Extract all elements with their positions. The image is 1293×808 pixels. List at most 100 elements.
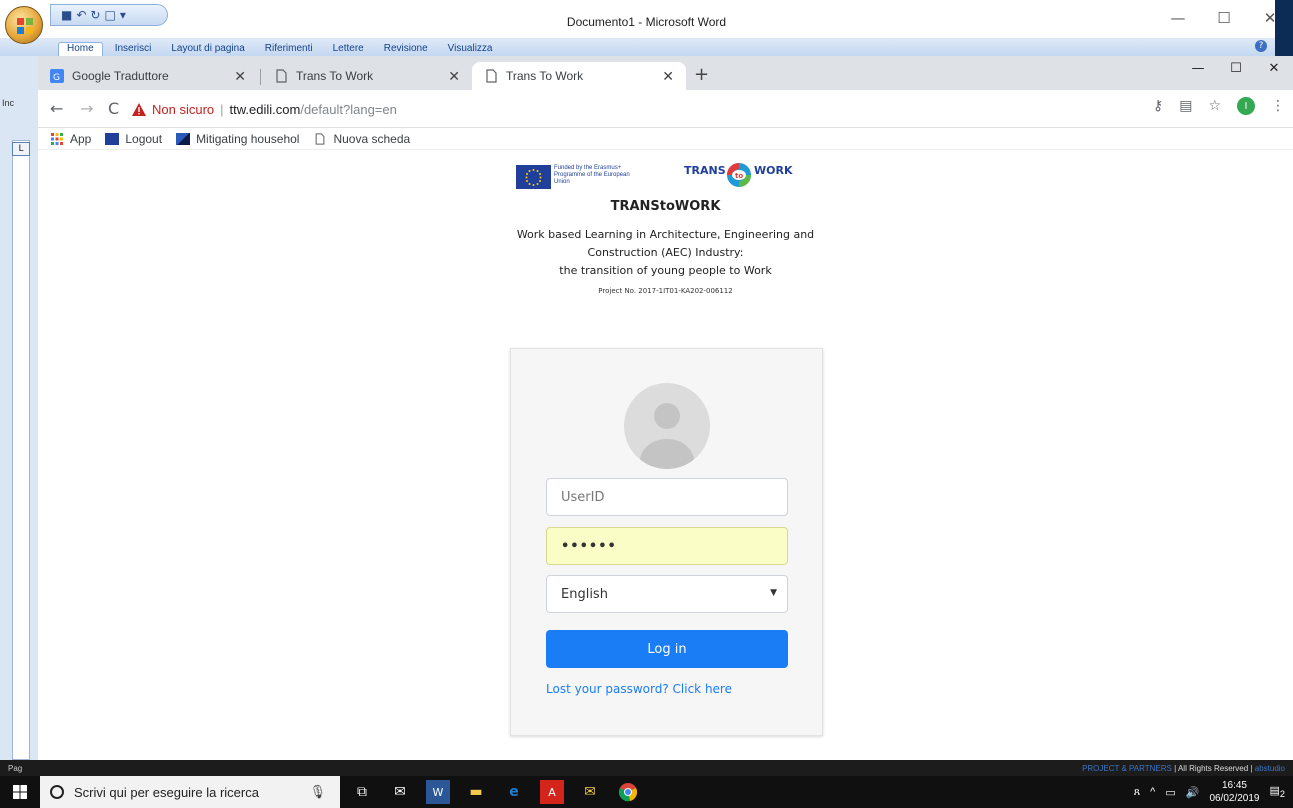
ruler-toggle-button[interactable]: L xyxy=(12,142,30,156)
apps-grid-icon xyxy=(51,132,63,145)
maximize-icon[interactable]: ☐ xyxy=(1217,56,1255,80)
system-tray: ጸ ^ ▭ 🔊 16:45 06/02/2019 ▤2 xyxy=(1134,776,1285,808)
url-path: /default?lang=en xyxy=(300,101,397,117)
footer-text: PROJECT & PARTNERS | All Rights Reserved… xyxy=(1082,764,1285,773)
toolbar-right-icons: ⚷ ▤ ☆ I ⋮ xyxy=(1153,97,1285,115)
tab-separator xyxy=(260,69,261,85)
bookmark-logout[interactable]: Logout xyxy=(105,132,162,146)
language-value: English xyxy=(561,586,608,602)
edge-browser-icon[interactable]: e xyxy=(502,780,526,804)
vertical-ruler xyxy=(12,140,30,760)
word-window-title: Documento1 - Microsoft Word xyxy=(566,15,727,29)
subtitle-line: Construction (AEC) Industry: xyxy=(587,246,744,259)
ribbon-tab-insert[interactable]: Inserisci xyxy=(107,43,160,56)
word-status-label: Pag xyxy=(8,764,23,773)
footer-rights: | All Rights Reserved | xyxy=(1174,764,1253,773)
translate-icon[interactable]: ▤ xyxy=(1179,98,1192,114)
google-translate-icon: G xyxy=(50,69,64,83)
forward-icon[interactable]: → xyxy=(80,99,93,118)
key-icon[interactable]: ⚷ xyxy=(1153,98,1163,114)
url-host: ttw.edili.com xyxy=(229,101,301,117)
taskbar-clock[interactable]: 16:45 06/02/2019 xyxy=(1209,779,1259,805)
bookmark-mitigating[interactable]: Mitigating househol xyxy=(176,132,299,146)
user-avatar-icon xyxy=(624,383,710,469)
maximize-icon[interactable]: ☐ xyxy=(1201,0,1247,36)
file-explorer-icon[interactable]: ▬ xyxy=(464,780,488,804)
acrobat-icon[interactable]: A xyxy=(540,780,564,804)
web-page: Funded by the Erasmus+ Programme of the … xyxy=(38,151,1293,760)
back-icon[interactable]: ← xyxy=(50,99,63,118)
clock-time: 16:45 xyxy=(1221,780,1247,791)
notification-count: 2 xyxy=(1279,789,1285,800)
bookmark-label: Mitigating househol xyxy=(196,131,300,146)
browser-tab[interactable]: G Google Traduttore ✕ xyxy=(38,62,258,90)
tab-strip: G Google Traduttore ✕ Trans To Work ✕ Tr… xyxy=(38,56,1293,90)
tab-title: Google Traduttore xyxy=(72,69,169,83)
windows-taskbar: Scrivi qui per eseguire la ricerca 🎙 ⧉ ✉… xyxy=(0,776,1293,808)
login-button[interactable]: Log in xyxy=(546,630,788,668)
bookmark-apps[interactable]: App xyxy=(50,132,91,146)
security-status[interactable]: Non sicuro xyxy=(152,102,214,117)
people-icon[interactable]: ጸ xyxy=(1134,786,1140,799)
mail-icon[interactable]: ✉ xyxy=(388,780,412,804)
language-select[interactable]: English ▼ xyxy=(546,575,788,613)
volume-icon[interactable]: 🔊 xyxy=(1186,786,1200,799)
tab-title: Trans To Work xyxy=(506,69,584,83)
site-icon xyxy=(105,132,120,145)
help-icon[interactable]: ? xyxy=(1255,40,1267,52)
logo-trans-text: TRANS xyxy=(684,164,726,177)
site-subtitle: Work based Learning in Architecture, Eng… xyxy=(38,226,1293,280)
logo-work-text: WORK xyxy=(754,164,793,177)
chrome-window: G Google Traduttore ✕ Trans To Work ✕ Tr… xyxy=(38,56,1293,760)
ribbon-tab-page-layout[interactable]: Layout di pagina xyxy=(163,43,252,56)
userid-input[interactable]: UserID xyxy=(546,478,788,516)
clock-date: 06/02/2019 xyxy=(1209,793,1260,804)
ribbon-tab-home[interactable]: Home xyxy=(58,42,103,56)
lost-password-link[interactable]: Lost your password? Click here xyxy=(546,682,732,696)
minimize-icon[interactable]: — xyxy=(1155,0,1201,36)
word-side-label: Inc xyxy=(2,98,15,108)
eu-funding-text: Funded by the Erasmus+ Programme of the … xyxy=(554,165,630,185)
network-icon[interactable]: ▭ xyxy=(1165,786,1175,799)
new-tab-icon[interactable]: + xyxy=(694,64,709,85)
browser-tab-active[interactable]: Trans To Work ✕ xyxy=(472,62,686,90)
address-bar[interactable]: Non sicuro | ttw.edili.com /default?lang… xyxy=(132,96,1152,122)
chevron-up-icon[interactable]: ^ xyxy=(1150,786,1155,798)
menu-kebab-icon[interactable]: ⋮ xyxy=(1271,98,1285,114)
minimize-icon[interactable]: — xyxy=(1179,56,1217,80)
warning-icon xyxy=(132,102,146,116)
bookmark-new-tab[interactable]: Nuova scheda xyxy=(313,132,410,146)
browser-tab[interactable]: Trans To Work ✕ xyxy=(262,62,472,90)
outlook-folder-icon[interactable]: ✉ xyxy=(578,780,602,804)
footer-project-partners-link[interactable]: PROJECT & PARTNERS xyxy=(1082,764,1172,773)
chrome-app-icon[interactable] xyxy=(616,780,640,804)
office-logo-icon xyxy=(17,18,33,34)
footer-studio-link[interactable]: abstudio xyxy=(1255,764,1285,773)
ribbon-tab-review[interactable]: Revisione xyxy=(376,43,436,56)
close-icon[interactable]: ✕ xyxy=(1255,56,1293,80)
microphone-icon[interactable]: 🎙 xyxy=(309,784,326,800)
word-window-controls: — ☐ ✕ xyxy=(1155,0,1293,36)
reload-icon[interactable]: C xyxy=(108,99,119,118)
word-titlebar: ■ ↶ ↻ □ ▾ Documento1 - Microsoft Word — … xyxy=(0,0,1293,44)
ribbon-tabs: Home Inserisci Layout di pagina Riferime… xyxy=(0,38,1275,56)
task-view-icon[interactable]: ⧉ xyxy=(350,780,374,804)
word-app-icon[interactable]: W xyxy=(426,780,450,804)
logo-to-text: to xyxy=(735,172,743,180)
office-button[interactable] xyxy=(5,6,43,44)
browser-toolbar: ← → C Non sicuro | ttw.edili.com /defaul… xyxy=(38,90,1293,128)
close-tab-icon[interactable]: ✕ xyxy=(662,68,674,85)
bookmark-star-icon[interactable]: ☆ xyxy=(1208,98,1221,114)
notifications-icon[interactable]: ▤2 xyxy=(1270,784,1286,799)
start-button[interactable] xyxy=(0,776,40,808)
close-tab-icon[interactable]: ✕ xyxy=(234,68,246,85)
close-tab-icon[interactable]: ✕ xyxy=(448,68,460,85)
ribbon-tab-view[interactable]: Visualizza xyxy=(440,43,501,56)
password-input[interactable]: •••••• xyxy=(546,527,788,565)
bookmark-label: Nuova scheda xyxy=(333,131,411,146)
profile-avatar[interactable]: I xyxy=(1237,97,1255,115)
taskbar-search-box[interactable]: Scrivi qui per eseguire la ricerca 🎙 xyxy=(40,776,340,808)
ribbon-tab-mailings[interactable]: Lettere xyxy=(325,43,372,56)
transtowork-logo: TRANS to WORK xyxy=(684,163,793,187)
ribbon-tab-references[interactable]: Riferimenti xyxy=(257,43,321,56)
